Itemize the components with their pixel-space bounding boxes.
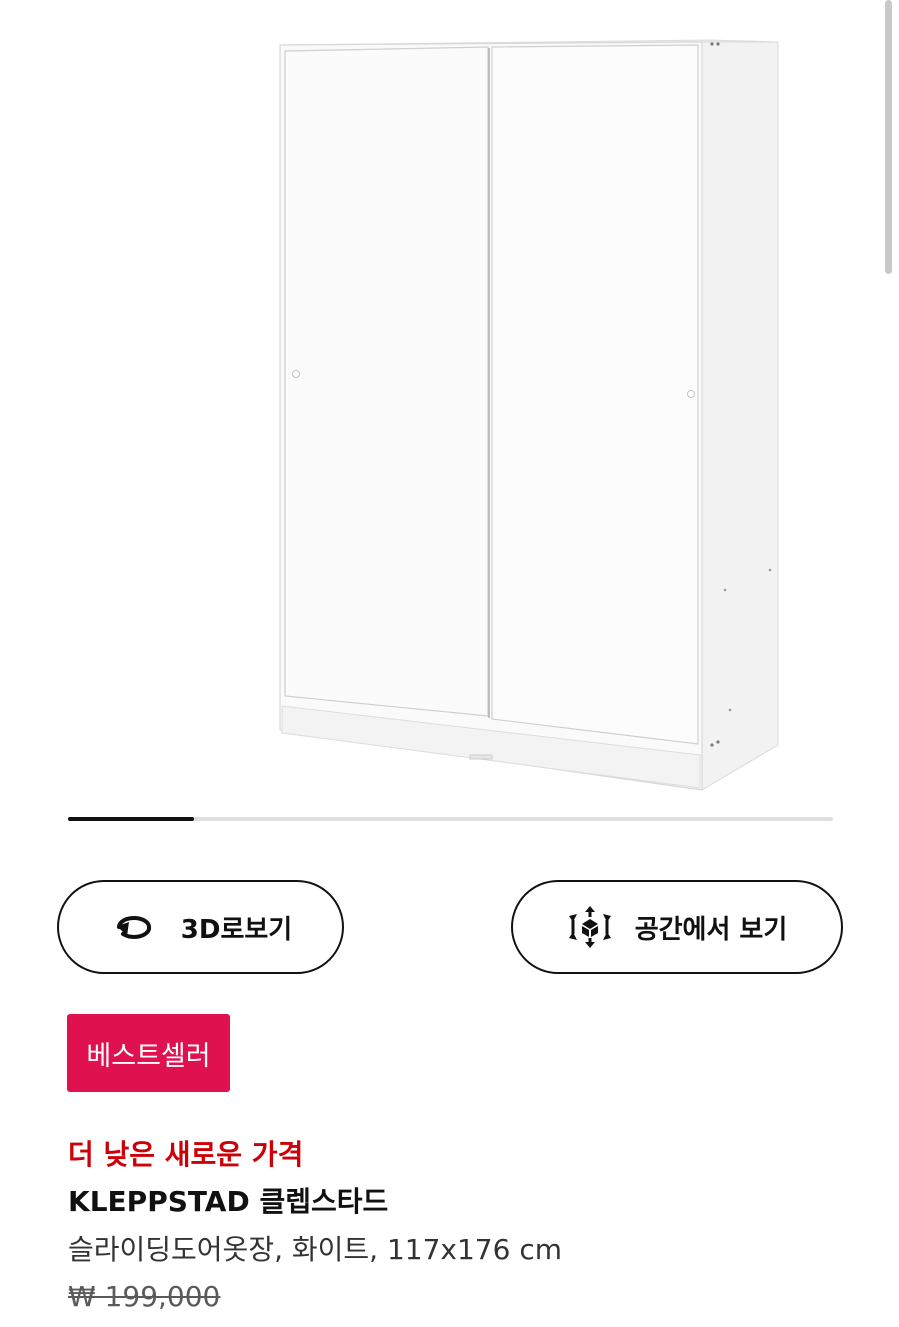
scrollbar-thumb[interactable] <box>885 0 892 274</box>
view-in-room-button[interactable]: 공간에서 보기 <box>511 880 843 974</box>
new-lower-price-label: 더 낮은 새로운 가격 <box>68 1138 304 1171</box>
wardrobe-illustration <box>279 39 779 791</box>
carousel-progress-fill <box>68 817 195 821</box>
product-image[interactable] <box>270 30 790 800</box>
product-name[interactable]: KLEPPSTAD 클렙스타드 <box>68 1180 388 1220</box>
product-description: 슬라이딩도어옷장, 화이트, 117x176 cm <box>68 1233 562 1266</box>
view-in-room-label: 공간에서 보기 <box>634 914 788 945</box>
rotate-icon <box>109 912 159 942</box>
ar-cube-icon <box>567 904 613 950</box>
bestseller-badge: 베스트셀러 <box>67 1014 230 1092</box>
view-3d-button[interactable]: 3D로보기 <box>57 880 344 974</box>
previous-price: ₩ 199,000 <box>68 1280 221 1313</box>
image-carousel-progress[interactable] <box>68 817 833 821</box>
view-3d-label: 3D로보기 <box>180 914 293 945</box>
